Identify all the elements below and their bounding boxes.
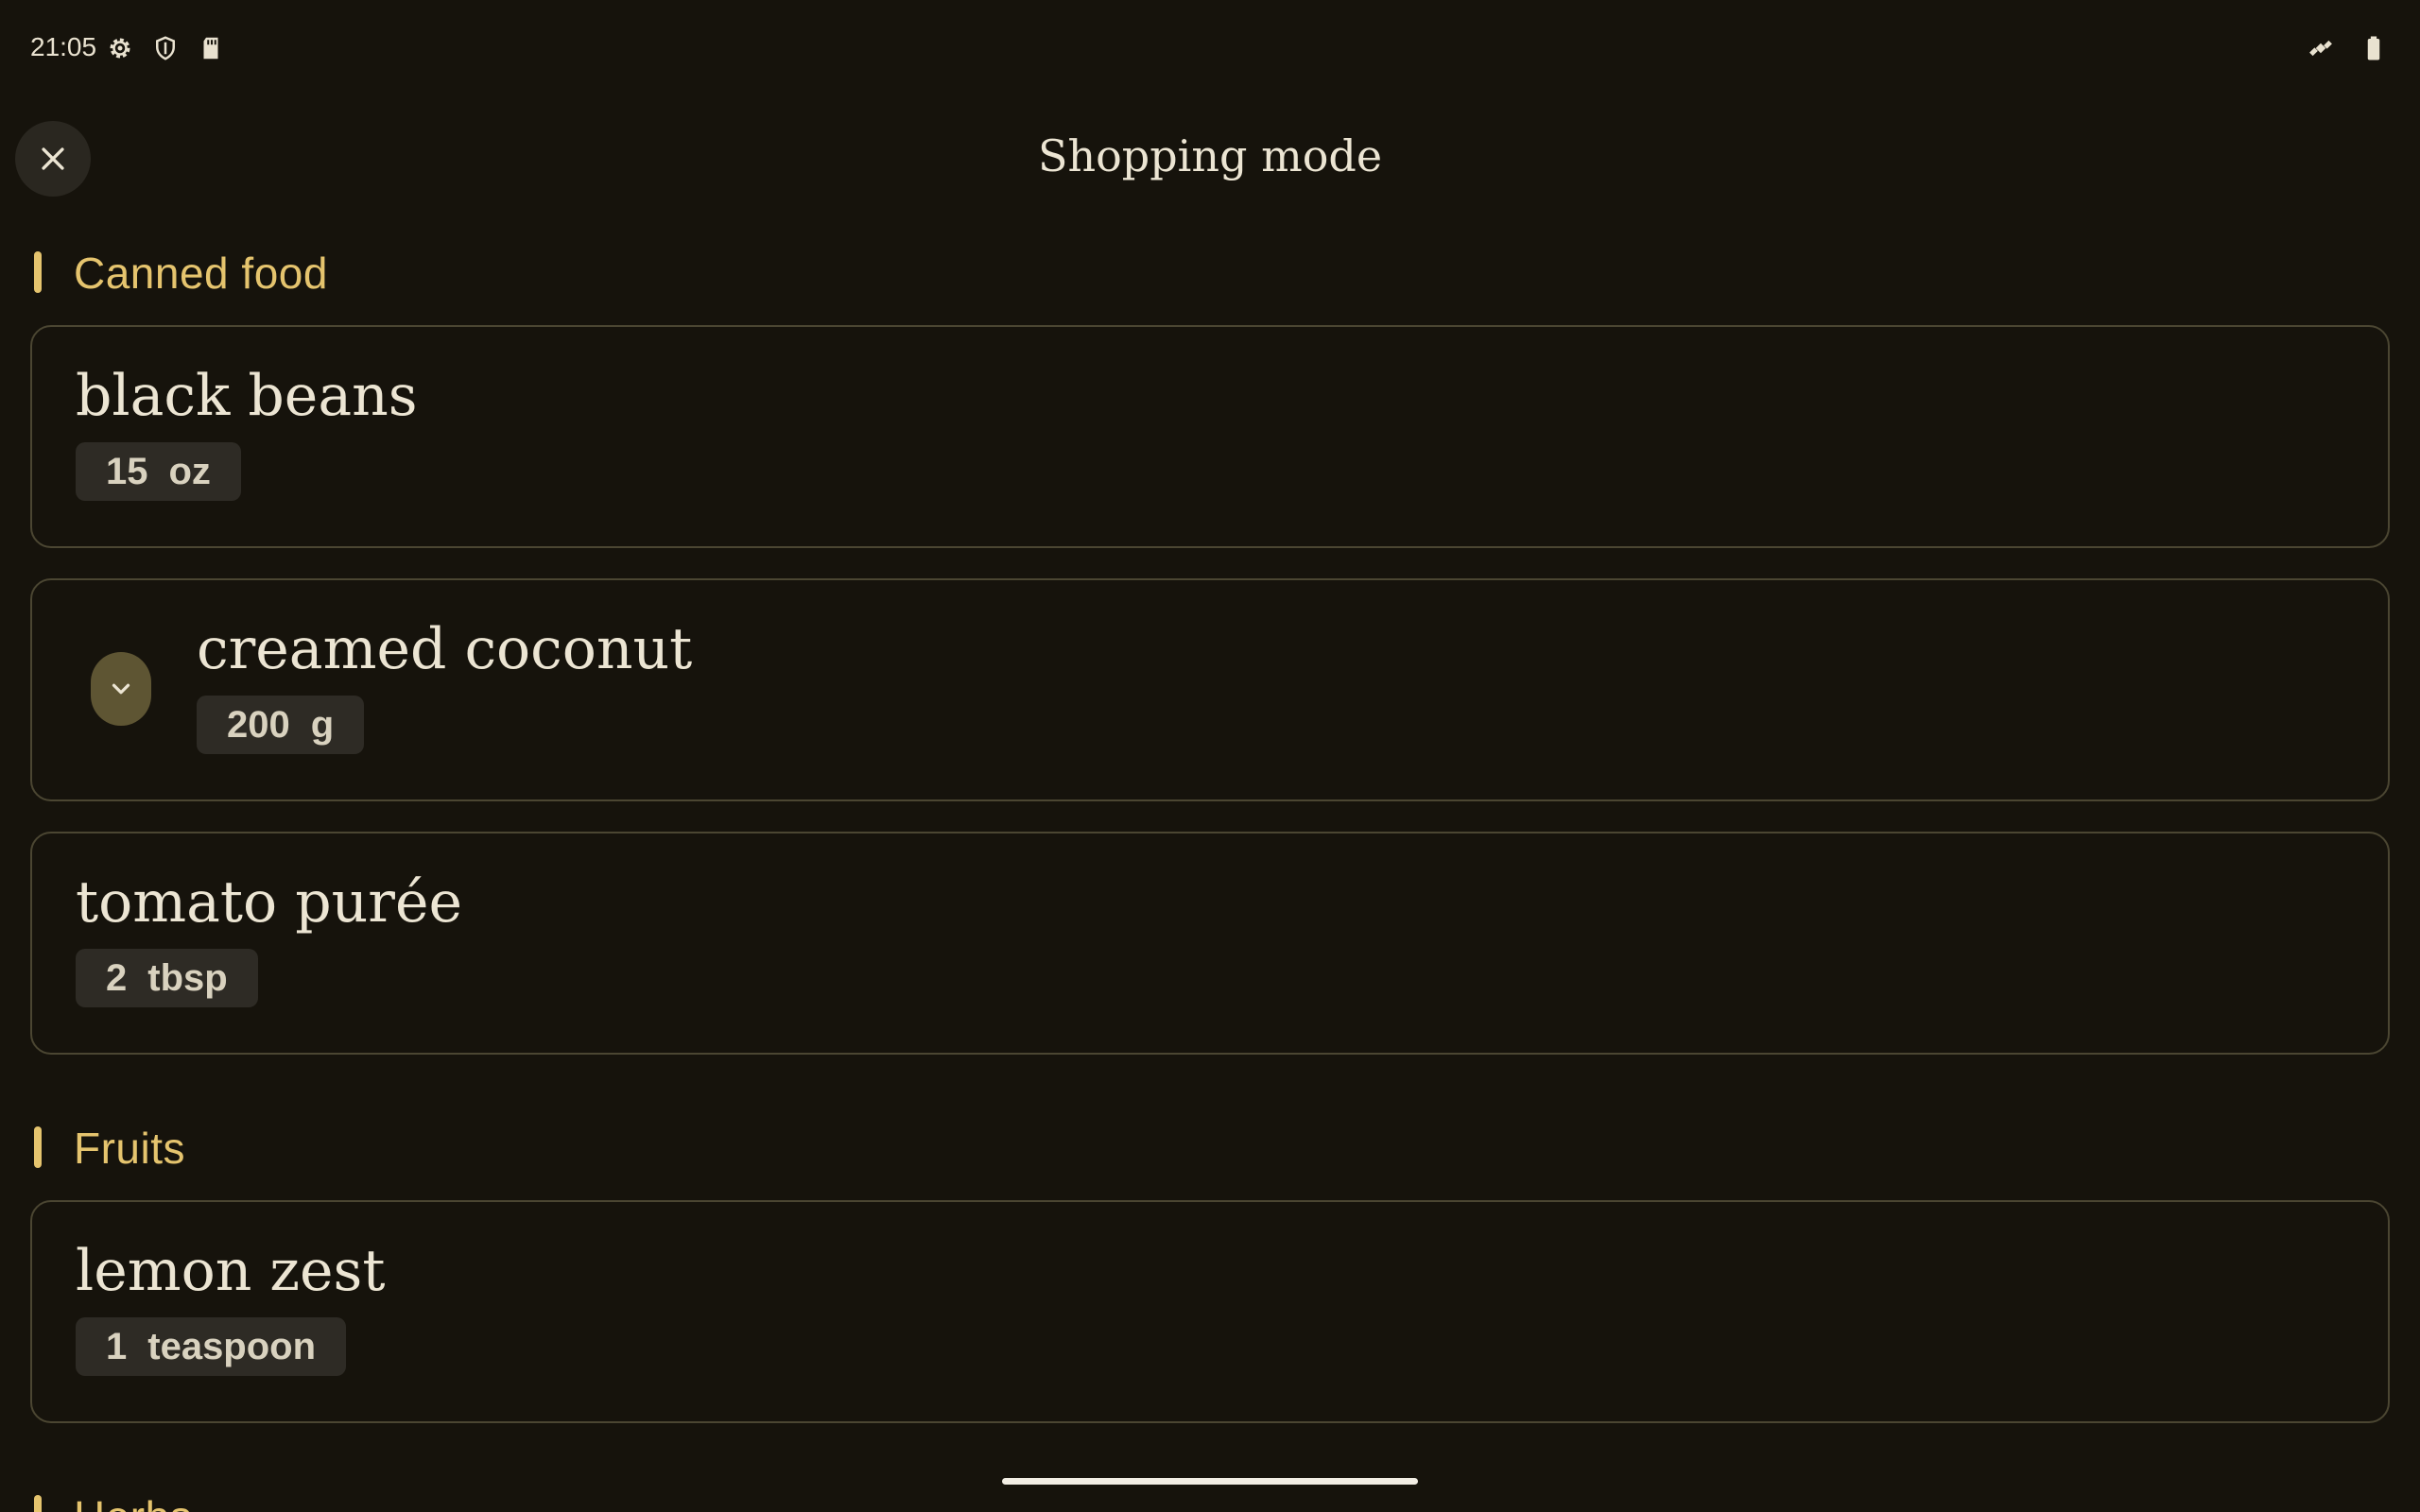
quantity-unit: g <box>310 703 335 746</box>
status-right-icons <box>2307 34 2388 62</box>
quantity-unit: teaspoon <box>147 1325 317 1367</box>
shopping-item-tomato-puree[interactable]: tomato purée 2 tbsp <box>30 832 2390 1055</box>
item-name: lemon zest <box>76 1238 386 1304</box>
quantity-unit: tbsp <box>147 956 228 999</box>
section-title: Canned food <box>74 249 328 298</box>
quantity-amount: 1 <box>106 1325 128 1367</box>
quantity-amount: 2 <box>106 956 128 999</box>
quantity-chip: 1 teaspoon <box>76 1317 347 1376</box>
shopping-item-creamed-coconut[interactable]: creamed coconut 200 g <box>30 578 2390 801</box>
status-left-icons <box>106 34 225 62</box>
expand-button[interactable] <box>91 652 151 726</box>
satellite-icon <box>2307 34 2335 62</box>
quantity-chip: 15 oz <box>76 442 241 501</box>
status-clock: 21:05 <box>30 32 97 61</box>
shield-icon <box>151 34 180 62</box>
shopping-item-lemon-zest[interactable]: lemon zest 1 teaspoon <box>30 1200 2390 1423</box>
gesture-nav-handle[interactable] <box>1002 1478 1418 1485</box>
item-name: tomato purée <box>76 869 462 936</box>
shopping-mode-screen: 21:05 Shopping mode Canned food black be… <box>0 0 2420 1512</box>
battery-icon <box>2360 34 2388 62</box>
section-title: Fruits <box>74 1124 185 1173</box>
section-header-canned-food: Canned food <box>30 242 2390 302</box>
quantity-chip: 2 tbsp <box>76 949 258 1007</box>
settings-icon <box>106 34 134 62</box>
section-accent-bar <box>34 1126 42 1168</box>
sd-card-icon <box>197 34 225 62</box>
item-name: black beans <box>76 363 418 429</box>
section-accent-bar <box>34 1495 42 1512</box>
section-header-fruits: Fruits <box>30 1117 2390 1177</box>
shopping-item-black-beans[interactable]: black beans 15 oz <box>30 325 2390 548</box>
chevron-down-icon <box>112 683 130 695</box>
item-name: creamed coconut <box>197 616 693 682</box>
quantity-amount: 15 <box>106 450 148 492</box>
quantity-chip: 200 g <box>197 696 365 754</box>
shopping-list: Canned food black beans 15 oz creamed co… <box>30 242 2390 1512</box>
quantity-unit: oz <box>168 450 211 492</box>
page-title: Shopping mode <box>1037 130 1383 181</box>
status-bar: 21:05 <box>0 0 2420 98</box>
quantity-amount: 200 <box>227 703 290 746</box>
section-header-herbs: Herbs <box>30 1486 2390 1512</box>
section-accent-bar <box>34 251 42 293</box>
section-title: Herbs <box>74 1491 192 1512</box>
